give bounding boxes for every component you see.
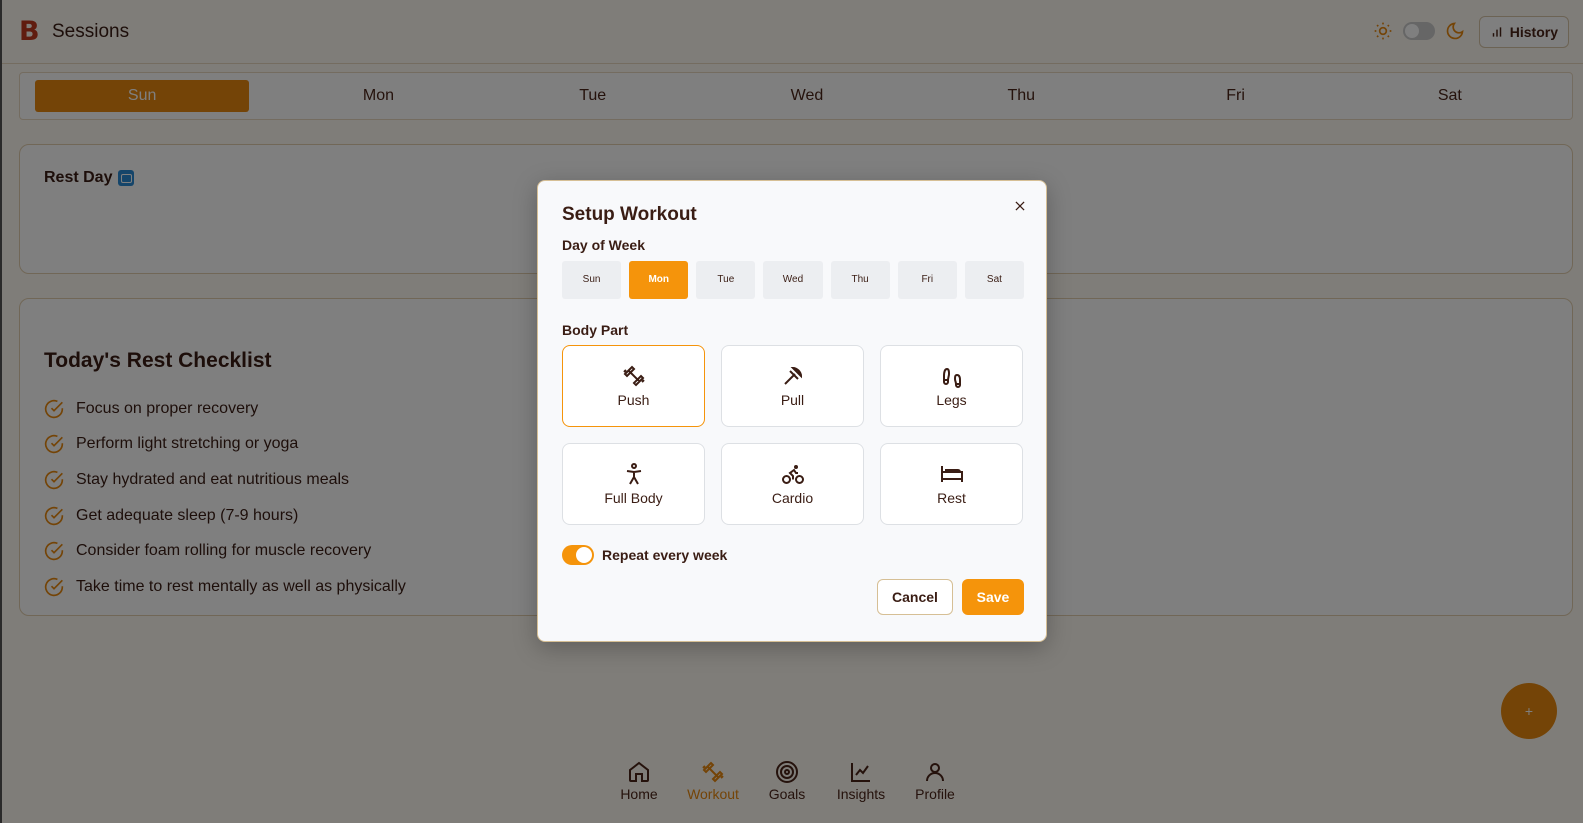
body-part-label: Body Part	[562, 322, 629, 338]
dow-option-wed[interactable]: Wed	[763, 261, 823, 299]
dialog-title: Setup Workout	[562, 204, 697, 225]
body-part-push[interactable]: Push	[562, 345, 705, 427]
body-part-cardio[interactable]: Cardio	[721, 443, 864, 525]
dow-option-thu[interactable]: Thu	[830, 261, 890, 299]
dow-option-tue[interactable]: Tue	[696, 261, 756, 299]
bed-icon	[940, 466, 963, 482]
cancel-button[interactable]: Cancel	[877, 579, 953, 615]
body-part-rest[interactable]: Rest	[880, 443, 1023, 525]
setup-workout-dialog: Setup Workout Day of Week Sun Mon Tue We…	[537, 180, 1047, 642]
body-part-full-body[interactable]: Full Body	[562, 443, 705, 525]
person-icon	[626, 463, 641, 485]
dow-option-sat[interactable]: Sat	[964, 261, 1024, 299]
day-of-week-selector: Sun Mon Tue Wed Thu Fri Sat	[562, 261, 1024, 299]
body-part-label: Pull	[780, 392, 805, 408]
bike-icon	[781, 465, 804, 484]
body-part-label: Rest	[937, 490, 966, 506]
save-button[interactable]: Save	[962, 579, 1024, 615]
close-icon	[1015, 201, 1025, 211]
body-part-legs[interactable]: Legs	[880, 345, 1023, 427]
body-part-label: Legs	[936, 392, 967, 408]
day-of-week-label: Day of Week	[562, 237, 645, 253]
repeat-weekly-toggle[interactable]	[562, 545, 594, 565]
repeat-weekly-label: Repeat every week	[602, 547, 728, 563]
repeat-weekly-row: Repeat every week	[562, 545, 727, 565]
body-part-label: Full Body	[604, 490, 663, 506]
body-part-pull[interactable]: Pull	[721, 345, 864, 427]
dow-option-fri[interactable]: Fri	[897, 261, 957, 299]
dow-option-mon[interactable]: Mon	[629, 261, 689, 299]
dow-option-sun[interactable]: Sun	[562, 261, 622, 299]
close-button[interactable]	[1010, 196, 1030, 216]
body-part-label: Cardio	[771, 490, 814, 506]
pull-icon	[783, 366, 802, 385]
dumbbell-icon	[622, 365, 645, 387]
footprints-icon	[942, 367, 961, 388]
body-part-label: Push	[617, 392, 650, 408]
body-part-grid: Push Pull Legs Full Body Cardio Rest	[562, 345, 1024, 525]
